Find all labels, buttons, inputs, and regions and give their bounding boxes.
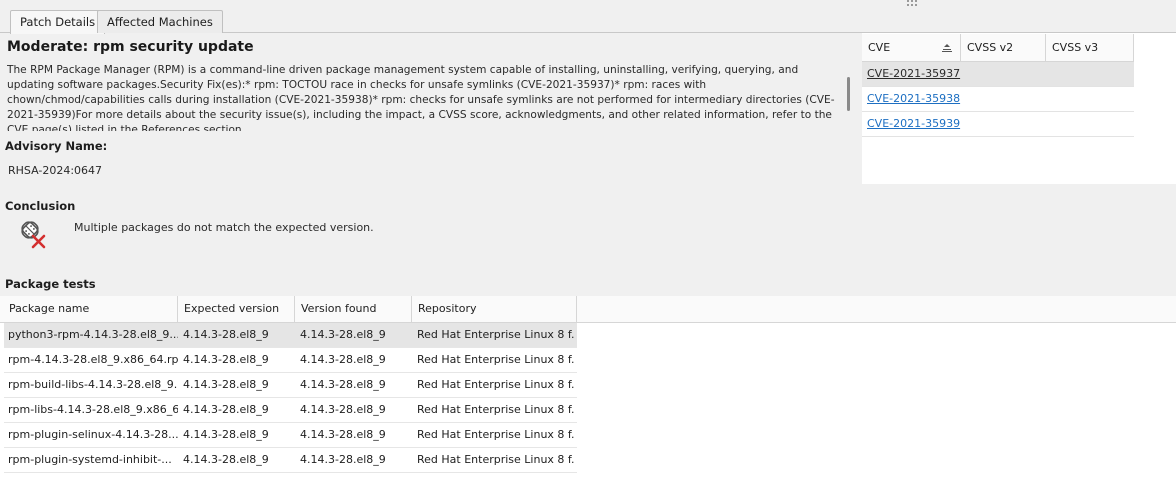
table-row[interactable]: rpm-4.14.3-28.el8_9.x86_64.rpm 4.14.3-28…	[4, 348, 577, 373]
cell-version-found: 4.14.3-28.el8_9	[300, 353, 386, 366]
tab-patch-details[interactable]: Patch Details	[10, 10, 106, 34]
column-header-cve-label: CVE	[868, 41, 891, 54]
cell-expected-version: 4.14.3-28.el8_9	[183, 428, 269, 441]
cell-repository: Red Hat Enterprise Linux 8 f...	[417, 428, 575, 441]
cell-package-name: rpm-libs-4.14.3-28.el8_9.x86_6...	[8, 403, 178, 416]
cell-package-name: rpm-plugin-selinux-4.14.3-28....	[8, 428, 178, 441]
table-row[interactable]: rpm-plugin-selinux-4.14.3-28.... 4.14.3-…	[4, 423, 577, 448]
advisory-name-label: Advisory Name:	[5, 139, 108, 153]
table-row[interactable]: rpm-libs-4.14.3-28.el8_9.x86_6... 4.14.3…	[4, 398, 577, 423]
cell-package-name: rpm-build-libs-4.14.3-28.el8_9....	[8, 378, 178, 391]
cell-repository: Red Hat Enterprise Linux 8 f...	[417, 378, 575, 391]
cell-repository: Red Hat Enterprise Linux 8 f...	[417, 403, 575, 416]
table-row[interactable]: python3-rpm-4.14.3-28.el8_9.... 4.14.3-2…	[4, 323, 577, 348]
column-header-package-name[interactable]: Package name	[3, 296, 178, 323]
cell-repository: Red Hat Enterprise Linux 8 f...	[417, 453, 575, 466]
tab-affected-machines[interactable]: Affected Machines	[97, 10, 223, 33]
cell-expected-version: 4.14.3-28.el8_9	[183, 378, 269, 391]
patch-description: The RPM Package Manager (RPM) is a comma…	[7, 64, 835, 131]
cve-row[interactable]: CVE-2021-35939	[862, 112, 1134, 137]
cell-expected-version: 4.14.3-28.el8_9	[183, 353, 269, 366]
column-header-cve[interactable]: CVE	[862, 34, 961, 62]
column-header-expected-version[interactable]: Expected version	[178, 296, 295, 323]
column-header-version-found[interactable]: Version found	[295, 296, 412, 323]
description-area[interactable]: The RPM Package Manager (RPM) is a comma…	[7, 63, 845, 131]
cell-package-name: python3-rpm-4.14.3-28.el8_9....	[8, 328, 178, 341]
table-row[interactable]: rpm-build-libs-4.14.3-28.el8_9.... 4.14.…	[4, 373, 577, 398]
cell-version-found: 4.14.3-28.el8_9	[300, 428, 386, 441]
table-row[interactable]: rpm-plugin-systemd-inhibit-... 4.14.3-28…	[4, 448, 577, 473]
cve-row[interactable]: CVE-2021-35937	[862, 62, 1134, 87]
cve-table-header: CVE CVSS v2 CVSS v3	[862, 34, 1134, 62]
cve-link[interactable]: CVE-2021-35938	[867, 92, 960, 105]
patch-mismatch-icon	[21, 221, 46, 249]
package-tests-label: Package tests	[5, 277, 96, 291]
conclusion-label: Conclusion	[5, 199, 76, 213]
cell-version-found: 4.14.3-28.el8_9	[300, 453, 386, 466]
cell-package-name: rpm-plugin-systemd-inhibit-...	[8, 453, 172, 466]
cve-link[interactable]: CVE-2021-35939	[867, 117, 960, 130]
cell-repository: Red Hat Enterprise Linux 8 f...	[417, 353, 575, 366]
cell-version-found: 4.14.3-28.el8_9	[300, 378, 386, 391]
cve-row[interactable]: CVE-2021-35938	[862, 87, 1134, 112]
column-header-repository[interactable]: Repository	[412, 296, 577, 323]
column-header-cvss-v3[interactable]: CVSS v3	[1046, 34, 1134, 62]
cve-link[interactable]: CVE-2021-35937	[867, 67, 960, 80]
conclusion-message: Multiple packages do not match the expec…	[74, 221, 374, 234]
cell-expected-version: 4.14.3-28.el8_9	[183, 453, 269, 466]
sort-ascending-icon	[942, 44, 952, 52]
cell-expected-version: 4.14.3-28.el8_9	[183, 328, 269, 341]
cell-version-found: 4.14.3-28.el8_9	[300, 403, 386, 416]
column-header-cvss-v2[interactable]: CVSS v2	[961, 34, 1046, 62]
cell-expected-version: 4.14.3-28.el8_9	[183, 403, 269, 416]
cell-repository: Red Hat Enterprise Linux 8 f...	[417, 328, 575, 341]
package-table-header: Package name Expected version Version fo…	[0, 296, 1176, 323]
advisory-name-value: RHSA-2024:0647	[8, 164, 103, 177]
tab-bar: Patch Details Affected Machines	[0, 0, 1176, 34]
cell-version-found: 4.14.3-28.el8_9	[300, 328, 386, 341]
patch-title: Moderate: rpm security update	[7, 39, 254, 55]
cve-table: CVE CVSS v2 CVSS v3 CVE-2021-35937 CVE-2…	[862, 33, 1176, 184]
description-scrollbar[interactable]	[847, 77, 850, 111]
cell-package-name: rpm-4.14.3-28.el8_9.x86_64.rpm	[8, 353, 178, 366]
package-table: Package name Expected version Version fo…	[0, 296, 1176, 485]
